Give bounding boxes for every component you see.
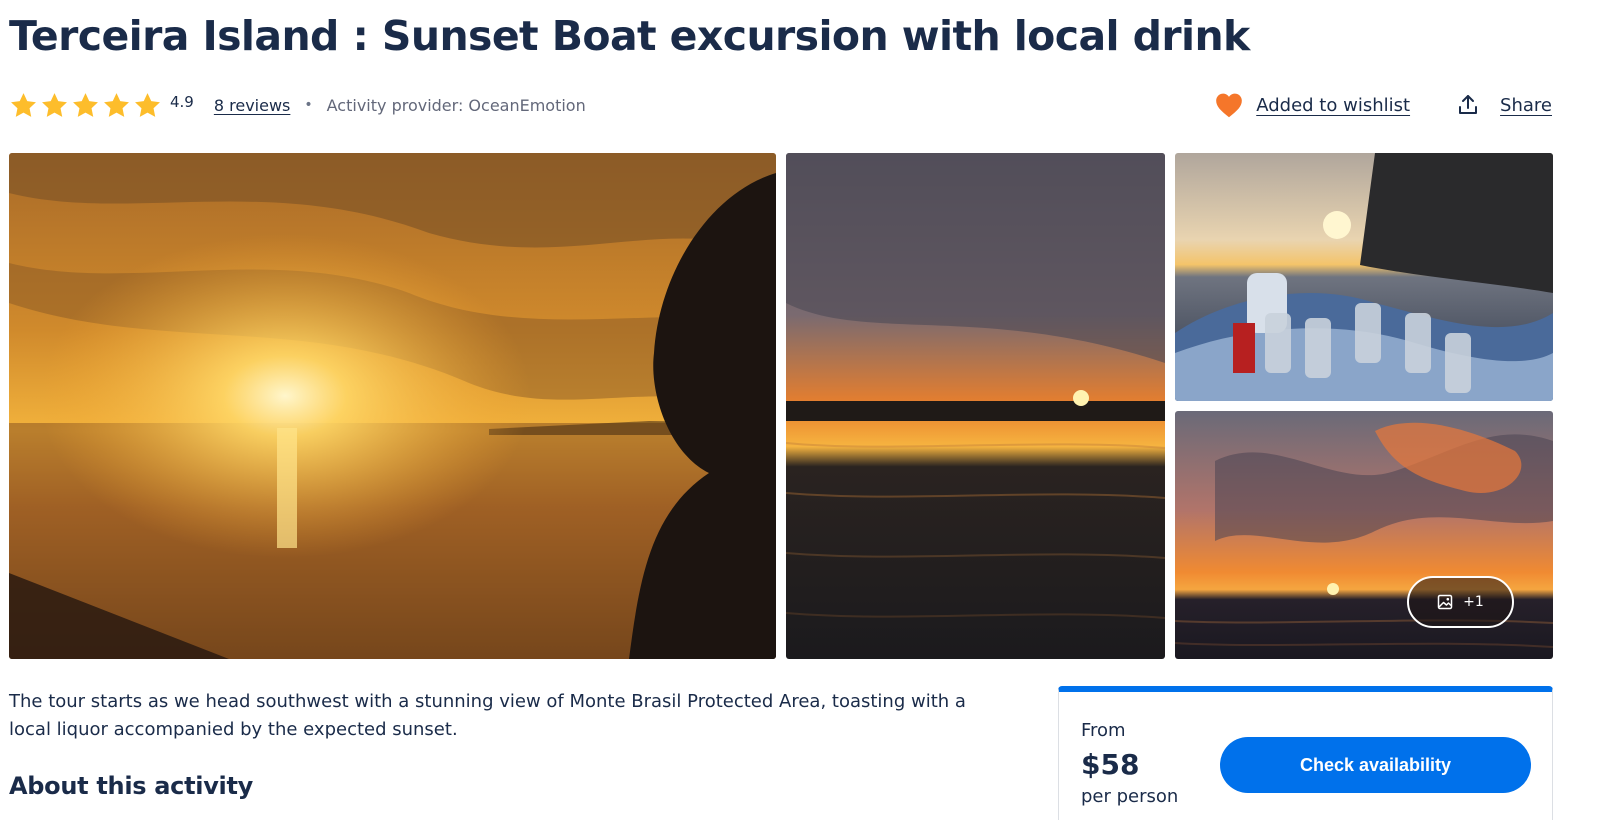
price-per-person-label: per person [1081,786,1179,807]
activity-description: The tour starts as we head southwest wit… [9,691,966,740]
star-icon [135,92,160,117]
photo-gallery [9,153,1553,659]
about-heading: About this activity [9,772,253,800]
page-title: Terceira Island : Sunset Boat excursion … [9,12,1250,60]
price-from-label: From [1081,720,1126,741]
gallery-photo-3[interactable] [1175,153,1553,401]
boat-photo [1175,153,1553,401]
wishlist-label: Added to wishlist [1256,94,1411,116]
separator-dot: • [304,97,313,113]
wishlist-button[interactable]: Added to wishlist [1215,92,1410,118]
star-rating [9,91,162,120]
more-photos-button[interactable]: +1 [1407,576,1514,628]
sunset-photo-woman [9,153,776,659]
reviews-link[interactable]: 8 reviews [214,96,291,115]
more-photos-count: +1 [1463,594,1484,610]
star-icon [11,92,36,117]
page-actions: Added to wishlist Share [1215,88,1552,122]
booking-card: From $58 per person Check availability [1058,686,1553,820]
star-icon [73,92,98,117]
gallery-photo-2[interactable] [786,153,1165,659]
heart-icon [1216,93,1243,118]
star-icon [104,92,129,117]
rating-value: 4.9 [170,93,194,111]
gallery-photo-main[interactable] [9,153,776,659]
share-button[interactable]: Share [1456,93,1552,117]
share-label: Share [1500,94,1552,116]
star-icon [42,92,67,117]
check-availability-button[interactable]: Check availability [1220,737,1531,793]
activity-provider: Activity provider: OceanEmotion [326,95,586,115]
price-value: $58 [1081,748,1140,781]
sunset-photo-sea [786,153,1165,659]
image-icon [1437,594,1453,610]
share-icon [1459,95,1478,114]
